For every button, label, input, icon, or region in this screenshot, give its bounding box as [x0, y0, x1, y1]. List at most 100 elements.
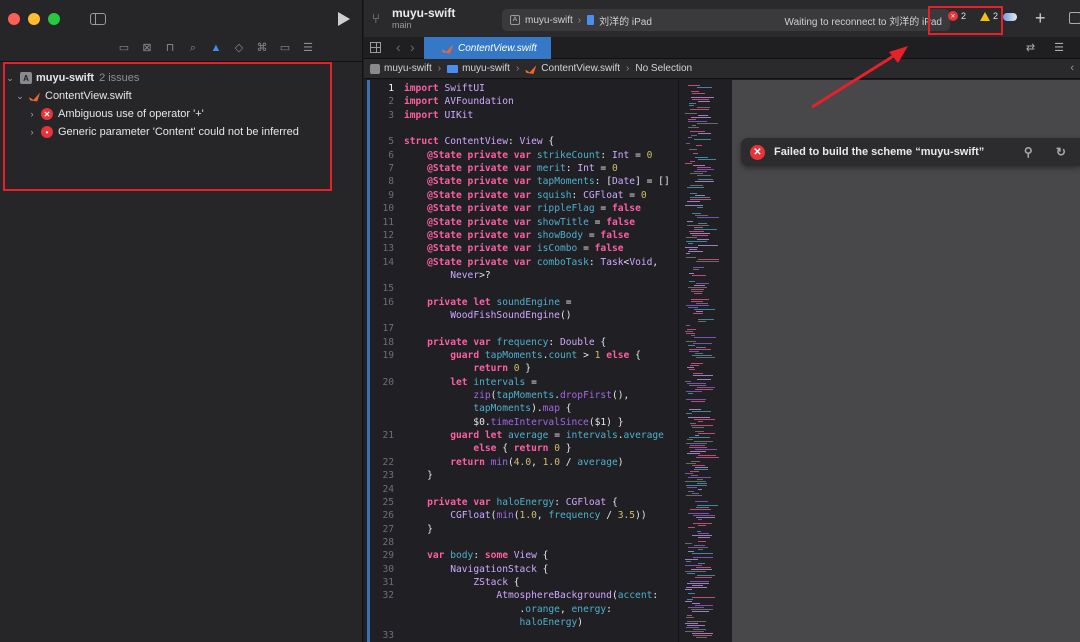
line-number[interactable]: 12: [372, 229, 394, 242]
add-icon[interactable]: +: [1035, 8, 1046, 29]
code-text: @State private var strikeCount: Int = 0: [427, 149, 653, 161]
grid-icon[interactable]: [370, 42, 381, 53]
line-number[interactable]: 16: [372, 296, 394, 309]
issue-icon[interactable]: ▲: [210, 42, 222, 54]
minimap-line: [691, 569, 712, 570]
line-number[interactable]: 31: [372, 576, 394, 589]
minimap-line: [696, 145, 702, 146]
minimap-line: [694, 441, 713, 442]
chevron-left-icon[interactable]: ‹: [1070, 62, 1074, 74]
minimap-line: [698, 541, 706, 542]
code-editor[interactable]: 1 import SwiftUI 2 import AVFoundation 3 impo…: [364, 80, 678, 642]
minimap-line: [693, 267, 704, 268]
minimap-line: [692, 93, 705, 94]
minimap-line: [688, 127, 699, 128]
minimap-line: [687, 453, 700, 454]
minimap-line: [690, 161, 695, 162]
minimap-line: [686, 587, 707, 588]
minimap-line: [696, 457, 719, 458]
minimap-line: [693, 523, 712, 524]
minimap[interactable]: [678, 80, 732, 642]
line-number[interactable]: 9: [372, 189, 394, 202]
breadcrumb-project[interactable]: muyu-swift: [384, 63, 432, 74]
line-number[interactable]: 30: [372, 563, 394, 576]
code-text: let intervals =: [450, 376, 537, 388]
minimap-line: [688, 345, 695, 346]
pin-icon[interactable]: ⚲ ↻: [1024, 145, 1076, 159]
line-number[interactable]: 1: [372, 82, 394, 95]
minimap-line: [698, 563, 705, 564]
cloud-icon[interactable]: [1003, 13, 1017, 21]
line-number[interactable]: 25: [372, 496, 394, 509]
line-number[interactable]: 29: [372, 549, 394, 562]
line-number[interactable]: 8: [372, 175, 394, 188]
line-number[interactable]: 26: [372, 509, 394, 522]
minimize-window-button[interactable]: [28, 12, 40, 25]
minimap-line: [689, 149, 697, 150]
line-number[interactable]: 2: [372, 95, 394, 108]
back-icon[interactable]: ‹: [396, 39, 401, 55]
minimap-line: [686, 257, 696, 258]
breadcrumb-group[interactable]: muyu-swift: [462, 63, 510, 74]
run-icon[interactable]: [338, 11, 350, 26]
line-number[interactable]: 32: [372, 589, 394, 602]
breakpoint-icon[interactable]: ▭: [279, 42, 291, 54]
minimap-line: [689, 231, 704, 232]
line-number[interactable]: 7: [372, 162, 394, 175]
code-text: struct ContentView: View {: [404, 136, 555, 148]
line-number[interactable]: 13: [372, 242, 394, 255]
line-number[interactable]: 18: [372, 336, 394, 349]
find-icon[interactable]: ⌕: [187, 42, 199, 54]
line-number[interactable]: 21: [372, 429, 394, 442]
line-number[interactable]: 5: [372, 135, 394, 148]
line-number[interactable]: 20: [372, 376, 394, 389]
minimap-line: [698, 133, 711, 134]
folder-icon[interactable]: ▭: [118, 42, 130, 54]
minimap-line: [685, 631, 704, 632]
debug-icon[interactable]: ⌘: [256, 42, 268, 54]
bookmark-icon[interactable]: ⊓: [164, 42, 176, 54]
line-number[interactable]: 33: [372, 629, 394, 642]
line-number[interactable]: 28: [372, 536, 394, 549]
tab-contentview[interactable]: ContentView.swift: [424, 37, 551, 59]
split-editor-icon[interactable]: ⇄ ☰: [1026, 41, 1072, 54]
minimap-line: [696, 261, 719, 262]
line-number[interactable]: 23: [372, 469, 394, 482]
breadcrumb-selection[interactable]: No Selection: [635, 63, 692, 74]
minimap-line: [690, 173, 703, 174]
minimap-line: [697, 169, 714, 170]
minimap-line: [685, 113, 697, 114]
minimap-line: [691, 335, 695, 336]
inspector-icon[interactable]: [1069, 12, 1080, 24]
close-window-button[interactable]: [8, 12, 20, 25]
line-number[interactable]: 27: [372, 523, 394, 536]
line-number[interactable]: 15: [372, 282, 394, 295]
source-control-icon[interactable]: ⊠: [141, 42, 153, 54]
line-number[interactable]: 24: [372, 483, 394, 496]
destination-device[interactable]: 刘洋的 iPad: [599, 13, 652, 28]
minimap-line: [691, 475, 698, 476]
breadcrumb-file[interactable]: ContentView.swift: [541, 63, 620, 74]
minimap-line: [690, 471, 699, 472]
report-icon[interactable]: ☰: [302, 42, 314, 54]
minimap-line: [697, 175, 711, 176]
zoom-window-button[interactable]: [48, 12, 60, 25]
minimap-line: [688, 119, 696, 120]
chevron-right-icon: ›: [577, 14, 582, 26]
line-number[interactable]: 10: [372, 202, 394, 215]
forward-icon[interactable]: ›: [410, 39, 415, 55]
minimap-line: [695, 449, 717, 450]
code-text: @State private var tapMoments: [Date] = …: [427, 176, 670, 188]
destination-scheme[interactable]: muyu-swift: [525, 15, 573, 26]
toggle-sidebar-icon[interactable]: [90, 12, 106, 25]
line-number[interactable]: 6: [372, 149, 394, 162]
line-number[interactable]: 17: [372, 322, 394, 335]
line-number[interactable]: 19: [372, 349, 394, 362]
line-number[interactable]: 14: [372, 256, 394, 269]
line-number[interactable]: 11: [372, 216, 394, 229]
minimap-line: [685, 559, 698, 560]
line-number[interactable]: 22: [372, 456, 394, 469]
scheme-info[interactable]: muyu-swift main: [392, 7, 455, 31]
line-number[interactable]: 3: [372, 109, 394, 122]
test-icon[interactable]: ◇: [233, 42, 245, 54]
